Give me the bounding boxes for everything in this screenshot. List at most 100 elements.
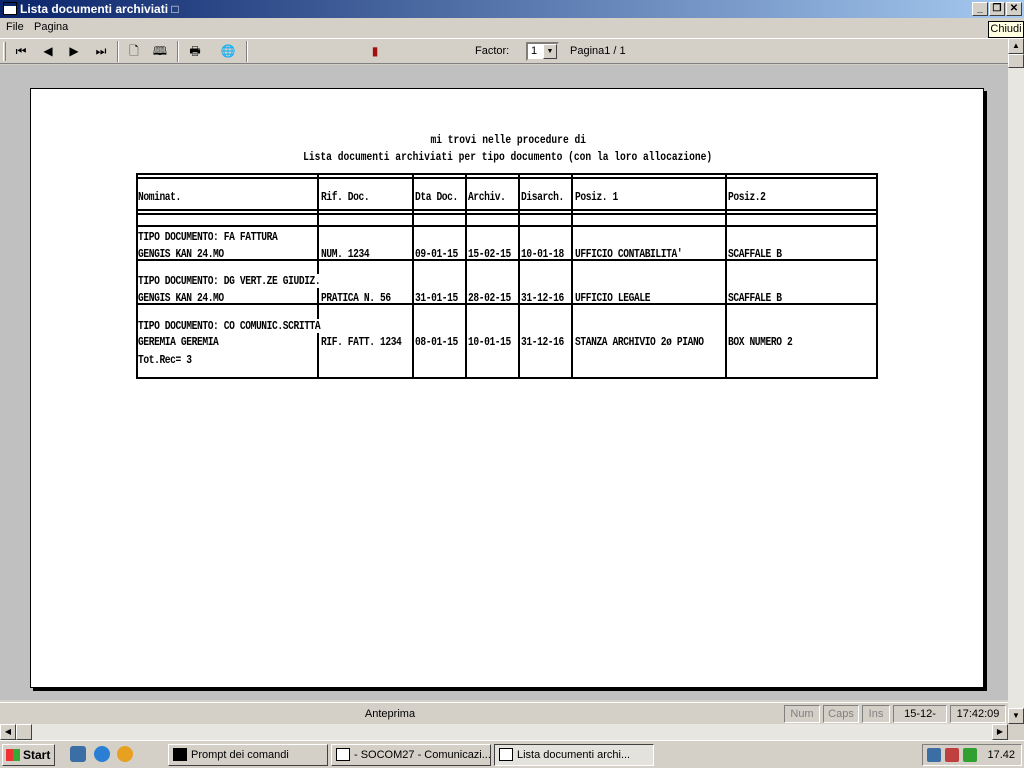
factor-select[interactable]: 1 ▼ [526, 42, 559, 61]
export-icon[interactable]: 🌐 [217, 42, 239, 61]
report-header-line1: mi trovi nelle procedure di [430, 133, 586, 147]
col-header-nominat: Nominat. [138, 190, 181, 204]
status-text: Anteprima [364, 708, 416, 720]
col-header-posiz2: Posiz.2 [728, 190, 766, 204]
table-cell: 31-01-15 [415, 291, 458, 305]
table-cell: UFFICIO CONTABILITA' [575, 247, 683, 261]
vertical-scrollbar[interactable]: ▲ ▼ [1008, 38, 1024, 724]
table-cell: 10-01-18 [521, 247, 564, 261]
window-icon [336, 748, 350, 761]
insert-indicator: Ins [862, 705, 890, 723]
system-tray: 17.42 [922, 744, 1022, 766]
table-cell: 10-01-15 [468, 335, 511, 349]
task-label: - SOCOM27 - Comunicazi... [354, 749, 491, 761]
page-indicator: Pagina1 / 1 [570, 45, 626, 57]
group-type-line: TIPO DOCUMENTO: DG VERT.ZE GIUDIZ. [138, 274, 322, 288]
toolbar-grip[interactable] [3, 42, 6, 61]
horizontal-scrollbar[interactable]: ◀ ▶ [0, 724, 1008, 740]
desktop-icon[interactable] [70, 746, 86, 762]
table-cell: BOX NUMERO 2 [728, 335, 793, 349]
app-window-icon[interactable] [3, 2, 17, 15]
table-cell: 28-02-15 [468, 291, 511, 305]
num-lock-indicator: Num [784, 705, 820, 723]
windows-logo-icon [6, 749, 20, 761]
scroll-down-icon[interactable]: ▼ [1008, 708, 1024, 724]
caps-lock-indicator: Caps [823, 705, 859, 723]
title-bar: Lista documenti archiviati □ _ ❐ ✕ [0, 0, 1024, 18]
preview-canvas: mi trovi nelle procedure di Lista docume… [0, 65, 1008, 700]
task-socom27[interactable]: - SOCOM27 - Comunicazi... [331, 744, 491, 766]
security-icon[interactable] [945, 748, 959, 762]
two-pages-icon[interactable]: 🕮 [149, 42, 171, 61]
task-label: Lista documenti archi... [517, 749, 631, 761]
menu-pagina[interactable]: Pagina [34, 21, 68, 33]
table-cell: NUM. 1234 [321, 247, 370, 261]
start-label: Start [23, 748, 51, 762]
single-page-icon[interactable]: 🗋 [123, 42, 145, 61]
window-icon [499, 748, 513, 761]
close-button[interactable]: ✕ [1006, 2, 1022, 16]
restore-button[interactable]: ❐ [989, 2, 1005, 16]
first-page-icon[interactable]: ⏮ [10, 42, 32, 61]
table-cell: PRATICA N. 56 [321, 291, 391, 305]
console-icon [173, 748, 187, 761]
print-icon[interactable]: 🖶 [184, 42, 206, 61]
status-date: 15-12-2015 [893, 705, 947, 723]
internet-explorer-icon[interactable] [94, 746, 110, 762]
col-header-posiz1: Posiz. 1 [575, 190, 618, 204]
factor-value: 1 [531, 45, 538, 57]
table-cell: SCAFFALE B [728, 291, 782, 305]
chevron-down-icon[interactable]: ▼ [543, 44, 557, 59]
toolbar-separator [117, 41, 119, 62]
previous-page-icon[interactable]: ◀ [37, 42, 59, 61]
menu-file[interactable]: File [6, 21, 24, 33]
scroll-up-icon[interactable]: ▲ [1008, 38, 1024, 54]
minimize-button[interactable]: _ [972, 2, 988, 16]
network-icon[interactable] [927, 748, 941, 762]
exit-door-icon[interactable]: ▮ [364, 42, 386, 61]
table-cell: 31-12-16 [521, 335, 564, 349]
task-lista-documenti[interactable]: Lista documenti archi... [494, 744, 654, 766]
group-type-line: TIPO DOCUMENTO: CO COMUNIC.SCRITTA [138, 319, 322, 333]
table-cell: 15-02-15 [468, 247, 511, 261]
table-cell: 08-01-15 [415, 335, 458, 349]
task-label: Prompt dei comandi [191, 749, 289, 761]
table-cell: GEREMIA GEREMIA [138, 335, 219, 349]
taskbar: Start Prompt dei comandi - SOCOM27 - Com… [0, 740, 1024, 768]
table-cell: STANZA ARCHIVIO 2ø PIANO [575, 335, 704, 349]
table-cell: UFFICIO LEGALE [575, 291, 651, 305]
toolbar-separator [246, 41, 248, 62]
status-bar: Anteprima Num Caps Ins 15-12-2015 17:42:… [0, 702, 1008, 724]
taskbar-clock[interactable]: 17.42 [987, 745, 1015, 765]
total-records: Tot.Rec= 3 [138, 353, 192, 367]
group-type-line: TIPO DOCUMENTO: FA FATTURA [138, 230, 279, 244]
col-header-dta-doc: Dta Doc. [415, 190, 458, 204]
col-header-rif-doc: Rif. Doc. [321, 190, 370, 204]
table-cell: SCAFFALE B [728, 247, 782, 261]
scroll-left-icon[interactable]: ◀ [0, 724, 16, 740]
menu-bar: File Pagina [0, 18, 1024, 38]
table-cell: 31-12-16 [521, 291, 564, 305]
start-button[interactable]: Start [2, 744, 55, 766]
task-prompt-comandi[interactable]: Prompt dei comandi [168, 744, 328, 766]
last-page-icon[interactable]: ⏭ [90, 42, 112, 61]
col-header-archiv: Archiv. [468, 190, 506, 204]
factor-label: Factor: [475, 45, 510, 57]
window-title: Lista documenti archiviati □ [20, 2, 179, 16]
update-icon[interactable] [963, 748, 977, 762]
table-cell: RIF. FATT. 1234 [321, 335, 402, 349]
report-header-line2: Lista documenti archiviati per tipo docu… [303, 150, 713, 164]
scroll-right-icon[interactable]: ▶ [992, 724, 1008, 740]
report-page: mi trovi nelle procedure di Lista docume… [30, 88, 984, 688]
status-time: 17:42:09 [950, 705, 1006, 723]
col-header-disarch: Disarch. [521, 190, 564, 204]
toolbar-separator [177, 41, 179, 62]
scroll-thumb[interactable] [1008, 54, 1024, 68]
close-tooltip: Chiudi [988, 21, 1024, 38]
toolbar: ⏮ ◀ ▶ ⏭ 🗋 🕮 🖶 🌐 ▮ Factor: 1 ▼ Pagina1 / … [0, 38, 1008, 64]
table-cell: 09-01-15 [415, 247, 458, 261]
media-player-icon[interactable] [117, 746, 133, 762]
hscroll-thumb[interactable] [16, 724, 32, 740]
next-page-icon[interactable]: ▶ [63, 42, 85, 61]
table-cell: GENGIS KAN 24.MO [138, 247, 224, 261]
